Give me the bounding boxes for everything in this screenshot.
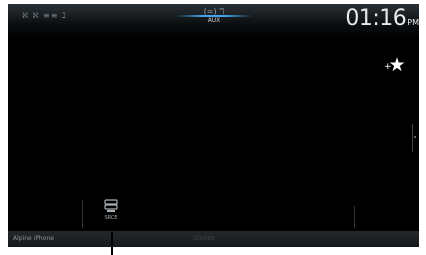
source-select-label: SRCE [104, 215, 118, 221]
bottom-divider-right [354, 206, 355, 228]
status-bar: ℵ ℵ ≡≡ ℷ (=) ℸ AUX 01:16PM [8, 4, 419, 38]
clock-time: 01:16 [345, 6, 407, 31]
device-name: Alpine iPhone [13, 235, 54, 242]
bottom-divider-left [82, 200, 83, 228]
plus-icon: + [384, 62, 392, 72]
side-scroll-indicator [414, 136, 416, 138]
source-select-button[interactable]: SRCE [94, 198, 128, 232]
source-tab[interactable]: (=) ℸ AUX [176, 7, 252, 35]
source-label: AUX [207, 17, 221, 24]
display-screen: ℵ ℵ ≡≡ ℷ (=) ℸ AUX 01:16PM + ★ SRCE Alpi… [8, 4, 419, 247]
source-select-icon [104, 199, 118, 212]
source-tab-highlight [176, 15, 252, 17]
bottom-info-bar: Alpine iPhone GOLDEN [8, 231, 419, 247]
add-favorite-button[interactable]: + ★ [384, 52, 410, 78]
status-icons: ℵ ℵ ≡≡ ℷ [22, 11, 67, 20]
clock: 01:16PM [345, 6, 419, 31]
pointer-line [111, 232, 113, 255]
bottom-center-label: GOLDEN [193, 236, 215, 242]
side-scroll-divider [412, 124, 413, 152]
bottom-controls-area [8, 200, 419, 231]
clock-ampm: PM [407, 18, 419, 27]
